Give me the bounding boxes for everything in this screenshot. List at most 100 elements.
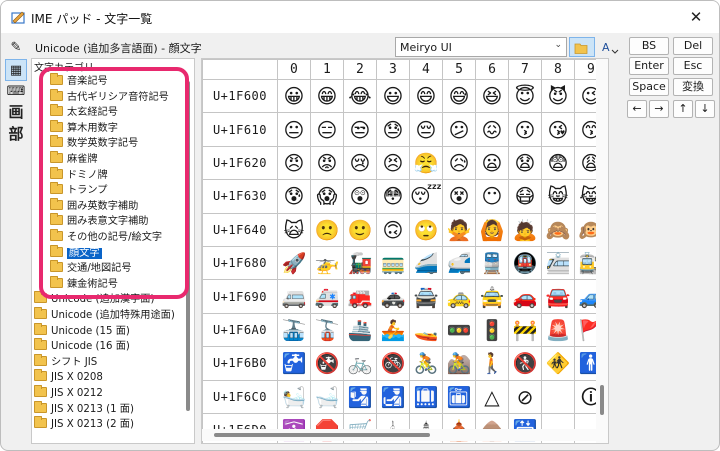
character-cell[interactable]: 🚦 bbox=[474, 312, 509, 348]
category-item[interactable]: シフト JIS bbox=[34, 353, 97, 370]
character-cell[interactable]: 😶 bbox=[474, 179, 509, 214]
bs-key[interactable]: BS bbox=[629, 37, 669, 55]
del-key[interactable]: Del bbox=[673, 37, 713, 55]
stroke-count-tool-icon[interactable]: 画 bbox=[5, 101, 27, 123]
character-cell[interactable]: ⊘ bbox=[507, 379, 542, 414]
character-cell[interactable]: 🚇 bbox=[507, 245, 542, 281]
character-cell[interactable]: 🚓 bbox=[375, 279, 410, 314]
character-cell[interactable]: 🚃 bbox=[375, 245, 410, 281]
up-arrow-key[interactable]: ↑ bbox=[673, 100, 693, 118]
category-tree-scrollbar[interactable] bbox=[182, 73, 194, 443]
character-cell[interactable]: 🚴 bbox=[408, 346, 444, 381]
category-item[interactable]: 太玄経記号 bbox=[50, 104, 118, 120]
character-cell[interactable]: 😳 bbox=[375, 179, 410, 214]
character-cell[interactable]: 😵 bbox=[442, 179, 476, 214]
character-cell[interactable]: 🚨 bbox=[540, 312, 575, 348]
category-item[interactable]: Unicode (追加漢字面) bbox=[34, 291, 154, 307]
character-cell[interactable]: 🚈 bbox=[540, 245, 575, 281]
character-cell[interactable]: 🚅 bbox=[442, 245, 476, 281]
char-list-tool-icon[interactable]: ▦ bbox=[5, 59, 27, 81]
character-cell[interactable]: 😲 bbox=[342, 179, 377, 214]
category-item[interactable]: 囲み表意文字補助 bbox=[50, 213, 149, 229]
convert-key[interactable]: 変換 bbox=[673, 78, 713, 96]
character-cell[interactable]: 😠 bbox=[276, 145, 311, 181]
character-cell[interactable]: 😱 bbox=[309, 179, 344, 214]
category-item[interactable]: ドミノ牌 bbox=[50, 166, 108, 183]
character-cell[interactable]: 😗 bbox=[507, 112, 542, 147]
category-item[interactable]: JIS X 0213 (2 面) bbox=[34, 416, 134, 432]
category-item[interactable]: 算木用数字 bbox=[50, 119, 118, 136]
character-cell[interactable]: 🚣 bbox=[375, 312, 410, 348]
category-item[interactable]: 数学英数字記号 bbox=[50, 135, 138, 151]
character-cell[interactable]: 🚄 bbox=[408, 245, 444, 281]
character-cell[interactable]: 😣 bbox=[375, 145, 410, 181]
category-item[interactable]: Unicode (16 面) bbox=[34, 338, 130, 354]
character-cell[interactable]: 😷 bbox=[507, 179, 542, 214]
space-key[interactable]: Space bbox=[629, 78, 669, 96]
down-arrow-key[interactable]: ↓ bbox=[695, 100, 715, 118]
character-cell[interactable]: 🚆 bbox=[474, 245, 509, 281]
character-cell[interactable]: 🚥 bbox=[442, 312, 476, 348]
category-item[interactable]: 囲み英数字補助 bbox=[50, 197, 138, 214]
character-cell[interactable]: 😐 bbox=[276, 112, 311, 147]
character-cell[interactable]: 😂 bbox=[342, 78, 377, 114]
character-cell[interactable]: 🚐 bbox=[276, 279, 311, 314]
category-item[interactable]: 麻雀牌 bbox=[50, 151, 98, 167]
font-select[interactable]: Meiryo UI ⌄ bbox=[395, 37, 567, 57]
character-cell[interactable]: 🙆 bbox=[474, 212, 509, 247]
left-arrow-key[interactable]: ← bbox=[627, 100, 647, 118]
character-cell[interactable]: 🛂 bbox=[342, 379, 377, 414]
character-cell[interactable]: 😴 bbox=[408, 179, 444, 214]
character-cell[interactable]: 🙈 bbox=[540, 212, 575, 247]
character-cell[interactable]: 🚸 bbox=[540, 346, 575, 381]
esc-key[interactable]: Esc bbox=[673, 57, 713, 75]
handwriting-tool-icon[interactable]: ✎ bbox=[5, 37, 27, 59]
character-cell[interactable]: 🙁 bbox=[309, 212, 344, 247]
character-cell[interactable]: 🙄 bbox=[408, 212, 444, 247]
character-cell[interactable]: 😔 bbox=[408, 112, 444, 147]
character-cell[interactable]: 😢 bbox=[342, 145, 377, 181]
category-item[interactable]: 交通/地図記号 bbox=[50, 260, 132, 276]
character-cell[interactable]: 🚂 bbox=[342, 245, 377, 281]
radical-tool-icon[interactable]: 部 bbox=[5, 123, 27, 145]
character-cell[interactable]: 😦 bbox=[474, 145, 509, 181]
enter-key[interactable]: Enter bbox=[629, 57, 669, 75]
character-cell[interactable]: 🙇 bbox=[507, 212, 542, 247]
character-cell[interactable]: 😇 bbox=[507, 78, 542, 114]
character-cell[interactable]: 😕 bbox=[442, 112, 476, 147]
category-tree[interactable]: 文字カテゴリ 音楽記号 古代ギリシア音符記号 太玄経記号 算木用数字 数学英数字記号 麻雀… bbox=[31, 58, 195, 444]
character-cell[interactable]: 🚷 bbox=[507, 346, 542, 381]
right-arrow-key[interactable]: → bbox=[649, 100, 669, 118]
category-item[interactable]: 古代ギリシア音符記号 bbox=[50, 88, 169, 105]
character-cell[interactable]: 🚱 bbox=[309, 346, 344, 381]
category-item[interactable]: 錬金術記号 bbox=[50, 275, 118, 292]
character-cell[interactable]: 🚲 bbox=[342, 346, 377, 381]
category-item[interactable]: Unicode (追加特殊用途面) bbox=[34, 307, 175, 323]
character-cell[interactable]: 😖 bbox=[474, 112, 509, 147]
character-cell[interactable]: 🚧 bbox=[507, 312, 542, 348]
character-cell[interactable]: 🚒 bbox=[342, 279, 377, 314]
font-size-button[interactable]: A bbox=[597, 37, 623, 57]
scrollbar-thumb[interactable] bbox=[600, 385, 604, 415]
category-item[interactable]: 音楽記号 bbox=[50, 73, 108, 89]
character-cell[interactable]: 😘 bbox=[540, 112, 575, 147]
character-cell[interactable]: 😈 bbox=[540, 78, 575, 114]
character-cell[interactable]: 😰 bbox=[276, 179, 311, 214]
character-cell[interactable]: 🙃 bbox=[375, 212, 410, 247]
character-cell[interactable]: 🛄 bbox=[408, 379, 444, 414]
category-item[interactable]: 顔文字 bbox=[50, 244, 102, 261]
character-cell[interactable]: 😀 bbox=[276, 78, 311, 114]
category-item[interactable]: JIS X 0213 (1 面) bbox=[34, 400, 134, 417]
character-cell[interactable]: 🚕 bbox=[442, 279, 476, 314]
category-item[interactable]: トランプ bbox=[50, 182, 107, 198]
soft-keyboard-tool-icon[interactable]: ⌨ bbox=[5, 81, 27, 103]
character-cell[interactable]: 🚀 bbox=[276, 245, 311, 281]
grid-vertical-scrollbar[interactable] bbox=[596, 59, 608, 443]
character-cell[interactable]: 🚖 bbox=[474, 279, 509, 314]
character-cell[interactable]: 🛃 bbox=[375, 379, 410, 414]
character-cell[interactable]: 😨 bbox=[540, 145, 575, 181]
character-cell[interactable]: 🛅 bbox=[442, 379, 476, 414]
character-cell[interactable]: 🙅 bbox=[442, 212, 476, 247]
character-cell[interactable]: 😆 bbox=[474, 78, 509, 114]
character-cell[interactable]: 😄 bbox=[408, 78, 444, 114]
